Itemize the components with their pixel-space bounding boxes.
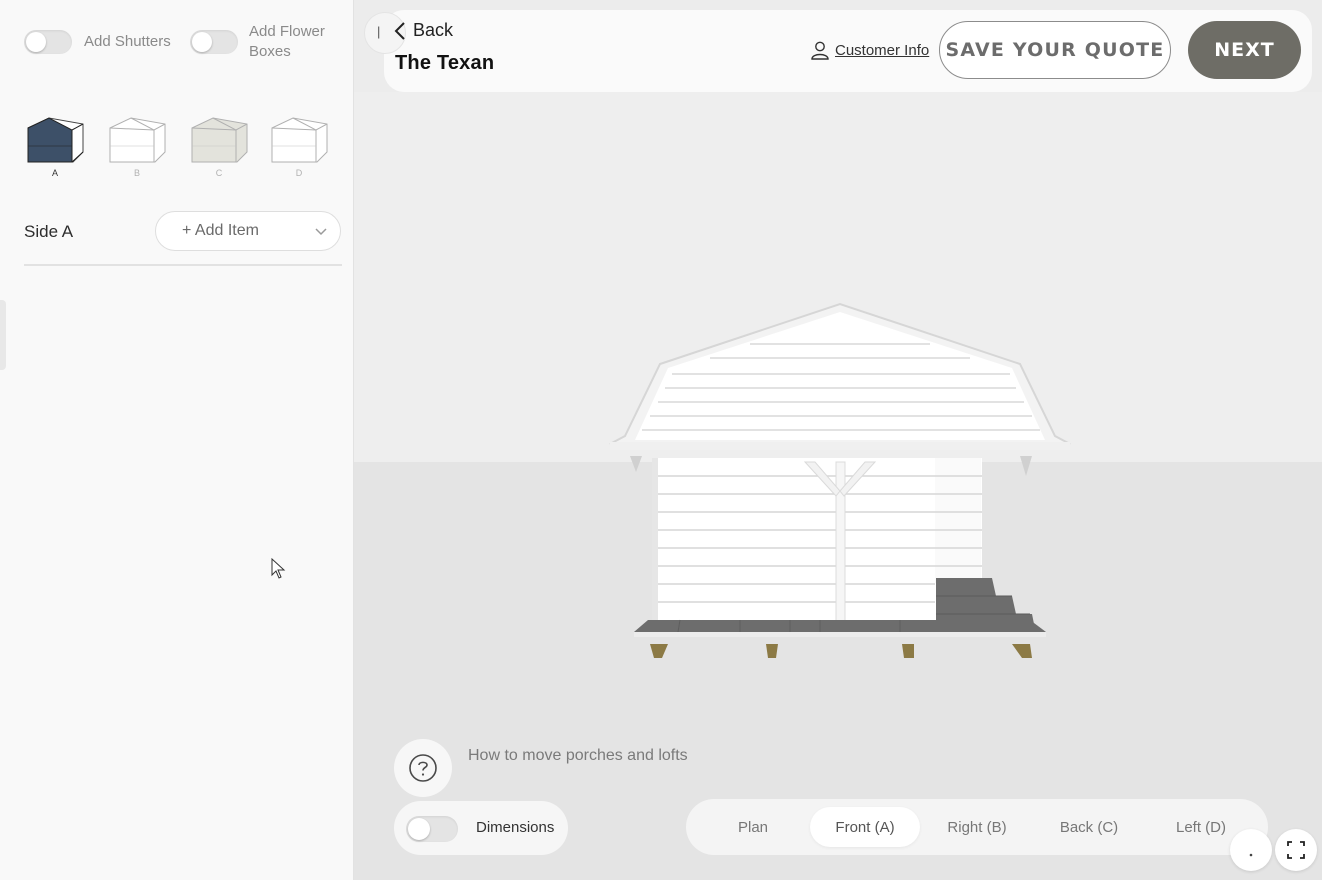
fullscreen-button[interactable] bbox=[1275, 829, 1317, 871]
mouse-cursor-icon bbox=[271, 558, 286, 579]
sidebar-resize-handle[interactable] bbox=[0, 300, 6, 370]
view-tab-back[interactable]: Back (C) bbox=[1036, 807, 1142, 847]
building-3d-preview[interactable] bbox=[600, 296, 1080, 666]
building-side-d-icon bbox=[271, 117, 328, 163]
view-tab-front[interactable]: Front (A) bbox=[810, 807, 920, 847]
shutters-toggle[interactable] bbox=[24, 30, 72, 54]
save-quote-button[interactable]: SAVE YOUR QUOTE bbox=[939, 21, 1171, 79]
toggle-knob bbox=[408, 818, 430, 840]
customer-info-label: Customer Info bbox=[835, 41, 930, 59]
chevron-down-icon bbox=[315, 228, 327, 236]
side-d-label: D bbox=[295, 168, 303, 178]
back-label: Back bbox=[413, 20, 454, 40]
more-dots-icon bbox=[1249, 853, 1253, 857]
side-a-label: A bbox=[51, 168, 58, 178]
shutters-label: Add Shutters bbox=[84, 33, 171, 50]
dimensions-toggle[interactable] bbox=[406, 816, 458, 842]
side-d-selector[interactable]: D bbox=[268, 114, 330, 180]
toggle-knob bbox=[192, 32, 212, 52]
back-link[interactable]: Back bbox=[393, 20, 453, 41]
more-options-button[interactable] bbox=[1230, 829, 1272, 871]
building-side-b-icon bbox=[109, 117, 166, 163]
side-c-selector[interactable]: C bbox=[188, 114, 250, 180]
help-link-text[interactable]: How to move porches and lofts bbox=[468, 745, 688, 767]
side-c-label: C bbox=[215, 168, 223, 178]
next-button[interactable]: NEXT bbox=[1188, 21, 1301, 79]
help-button[interactable] bbox=[394, 739, 452, 797]
flower-boxes-label: Add Flower Boxes bbox=[249, 23, 325, 60]
add-item-dropdown[interactable]: + Add Item bbox=[155, 211, 341, 251]
panel-toggle-icon: | bbox=[377, 24, 381, 39]
side-b-selector[interactable]: B bbox=[106, 114, 168, 180]
side-a-selector[interactable]: A bbox=[24, 114, 86, 180]
view-tab-plan[interactable]: Plan bbox=[710, 807, 796, 847]
side-b-label: B bbox=[133, 168, 140, 178]
view-tab-right[interactable]: Right (B) bbox=[924, 807, 1030, 847]
question-circle-icon bbox=[409, 754, 437, 782]
building-side-c-icon bbox=[191, 117, 248, 163]
add-item-label: + Add Item bbox=[182, 222, 259, 239]
dimensions-label: Dimensions bbox=[476, 819, 555, 836]
view-switcher: Plan Front (A) Right (B) Back (C) Left (… bbox=[686, 799, 1268, 855]
product-title: The Texan bbox=[395, 52, 495, 74]
chevron-left-icon bbox=[394, 21, 405, 40]
configurator-sidebar: Add Shutters Add Flower Boxes A B C D Si… bbox=[0, 0, 354, 880]
toggle-knob bbox=[26, 32, 46, 52]
side-title: Side A bbox=[24, 222, 74, 241]
fullscreen-icon bbox=[1287, 841, 1305, 859]
section-divider bbox=[24, 264, 342, 266]
dimensions-control: Dimensions bbox=[394, 801, 568, 855]
user-icon bbox=[811, 41, 829, 60]
customer-info-link[interactable]: Customer Info bbox=[810, 40, 929, 60]
flower-boxes-toggle[interactable] bbox=[190, 30, 238, 54]
building-side-a-icon bbox=[27, 117, 84, 163]
